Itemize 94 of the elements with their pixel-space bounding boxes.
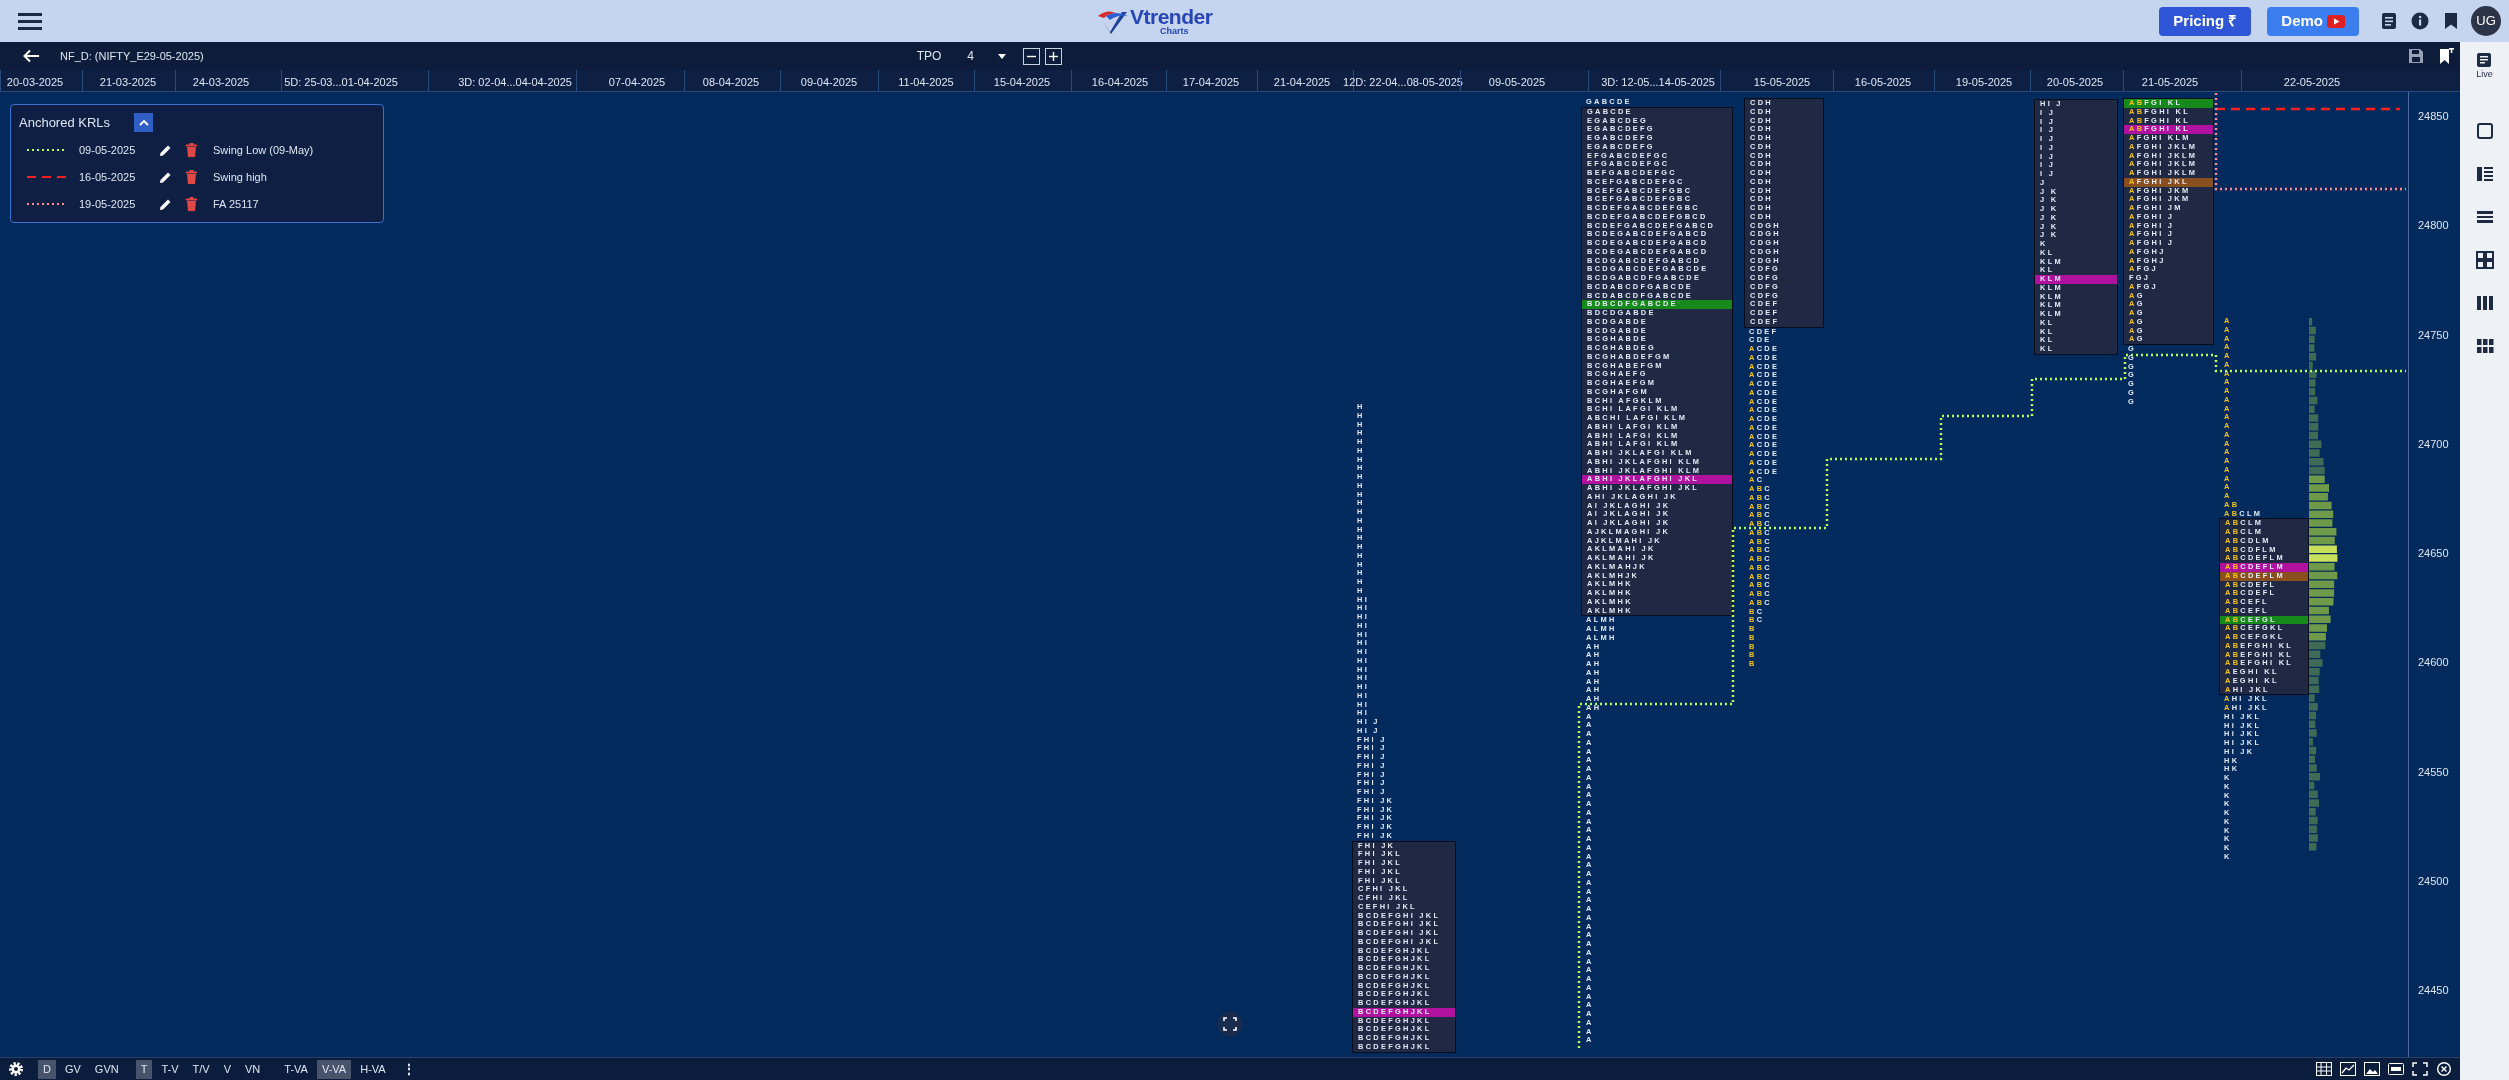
logo-subtext: Charts — [1160, 27, 1190, 36]
date-label: 11-04-2025 — [898, 75, 954, 90]
panel-icon[interactable] — [2388, 1062, 2404, 1076]
krl-date: 09-05-2025 — [79, 142, 137, 158]
columns-icon[interactable] — [2475, 293, 2494, 312]
view-mode-button[interactable]: T — [135, 1059, 153, 1079]
chart-type-label: TPO — [916, 48, 942, 65]
date-label: 16-04-2025 — [1091, 75, 1149, 90]
video-play-icon — [2327, 14, 2345, 28]
date-label: 07-04-2025 — [608, 75, 666, 90]
date-label: 21-05-2025 — [2141, 75, 2199, 90]
date-label: 17-04-2025 — [1182, 75, 1240, 90]
zoom-out-button[interactable] — [1023, 47, 1041, 65]
date-label: 20-03-2025 — [6, 75, 64, 90]
date-label: 16-05-2025 — [1854, 75, 1912, 90]
view-mode-button[interactable]: GV — [59, 1059, 86, 1079]
expand-icon[interactable] — [2412, 1062, 2428, 1076]
delete-icon[interactable] — [186, 197, 197, 211]
demo-button[interactable]: Demo — [2267, 6, 2359, 36]
view-mode-button[interactable]: T-V — [156, 1059, 184, 1079]
collapse-button[interactable] — [134, 113, 154, 133]
pricing-button[interactable]: Pricing ₹ — [2159, 6, 2252, 36]
avatar[interactable]: UG — [2471, 6, 2501, 36]
krl-date: 19-05-2025 — [79, 196, 137, 212]
price-label: 24650 — [2418, 546, 2449, 561]
date-label: 19-05-2025 — [1955, 75, 2013, 90]
image-icon[interactable] — [2364, 1062, 2380, 1076]
caret-icon[interactable] — [998, 53, 1007, 59]
view-mode-button[interactable]: GVN — [89, 1059, 124, 1079]
view-mode-button[interactable]: H-VA — [355, 1059, 391, 1079]
price-label: 24750 — [2418, 327, 2449, 343]
document-icon[interactable] — [2381, 12, 2397, 30]
date-label: 08-04-2025 — [702, 75, 760, 90]
price-label: 24800 — [2418, 218, 2449, 234]
reset-zoom-icon[interactable] — [1217, 1011, 1243, 1037]
date-label: 12D: 22-04...08-05-2025 — [1343, 75, 1463, 90]
menu-icon[interactable] — [16, 11, 44, 31]
settings-icon[interactable] — [8, 1061, 24, 1077]
date-label: 3D: 02-04...04-04-2025 — [458, 75, 572, 90]
view-mode-button[interactable]: VN — [240, 1059, 266, 1079]
price-label: 24700 — [2418, 436, 2449, 452]
date-label: 21-04-2025 — [1273, 75, 1331, 90]
bookmark-icon[interactable] — [2443, 12, 2459, 30]
date-label: 3D: 12-05...14-05-2025 — [1601, 75, 1715, 90]
chart-symbol: NF_D: (NIFTY_E29-05-2025) — [60, 48, 204, 64]
date-label: 21-03-2025 — [99, 75, 157, 90]
list-icon[interactable] — [2475, 164, 2494, 183]
panel-title: Anchored KRLs — [19, 114, 111, 132]
price-label: 24550 — [2418, 764, 2449, 780]
view-mode-button[interactable]: V-VA — [316, 1059, 352, 1079]
view-mode-button[interactable]: T-VA — [279, 1059, 313, 1079]
bookmark-add-icon[interactable] — [2438, 47, 2454, 65]
date-label: 09-04-2025 — [800, 75, 858, 90]
zoom-in-button[interactable] — [1045, 47, 1063, 65]
delete-icon[interactable] — [186, 170, 197, 184]
date-label: 5D: 25-03...01-04-2025 — [284, 75, 398, 90]
date-label: 20-05-2025 — [2046, 75, 2104, 90]
price-label: 24850 — [2418, 109, 2449, 124]
grid-icon[interactable] — [2475, 250, 2494, 269]
line-chart-icon[interactable] — [2340, 1062, 2356, 1076]
price-label: 24600 — [2418, 655, 2449, 671]
date-label: 22-05-2025 — [2283, 75, 2341, 90]
price-label: 24450 — [2418, 983, 2449, 998]
delete-icon[interactable] — [186, 143, 197, 157]
krl-name: FA 25117 — [213, 196, 259, 212]
view-mode-button[interactable]: T/V — [187, 1059, 215, 1079]
date-label: 15-04-2025 — [993, 75, 1051, 90]
save-icon[interactable] — [2408, 48, 2424, 64]
price-label: 24500 — [2418, 873, 2449, 889]
tpo-size-value[interactable]: 4 — [967, 47, 975, 65]
krl-name: Swing high — [213, 169, 267, 185]
edit-icon[interactable] — [159, 170, 172, 184]
krl-name: Swing Low (09-May) — [213, 142, 314, 158]
tiles-icon[interactable] — [2475, 336, 2494, 355]
plus-icon — [1049, 51, 1059, 61]
date-label: 15-05-2025 — [1753, 75, 1811, 90]
krl-date: 16-05-2025 — [79, 169, 137, 185]
view-mode-button[interactable]: D — [38, 1059, 56, 1079]
info-icon[interactable] — [2411, 12, 2429, 30]
more-button[interactable]: ⋮ — [396, 1059, 421, 1079]
back-arrow-icon[interactable] — [22, 49, 40, 63]
chevron-up-icon — [138, 119, 149, 127]
edit-icon[interactable] — [159, 197, 172, 211]
live-label: Live — [2476, 68, 2493, 81]
table-icon[interactable] — [2316, 1062, 2332, 1076]
square-icon[interactable] — [2475, 121, 2494, 140]
edit-icon[interactable] — [159, 143, 172, 157]
date-label: 09-05-2025 — [1488, 75, 1546, 90]
close-icon[interactable] — [2436, 1062, 2452, 1076]
view-mode-button[interactable]: V — [218, 1059, 237, 1079]
date-label: 24-03-2025 — [192, 75, 250, 90]
logo-text: Vtrender — [1130, 6, 1213, 27]
logo-icon — [1096, 8, 1130, 34]
book-icon[interactable] — [2476, 52, 2493, 68]
